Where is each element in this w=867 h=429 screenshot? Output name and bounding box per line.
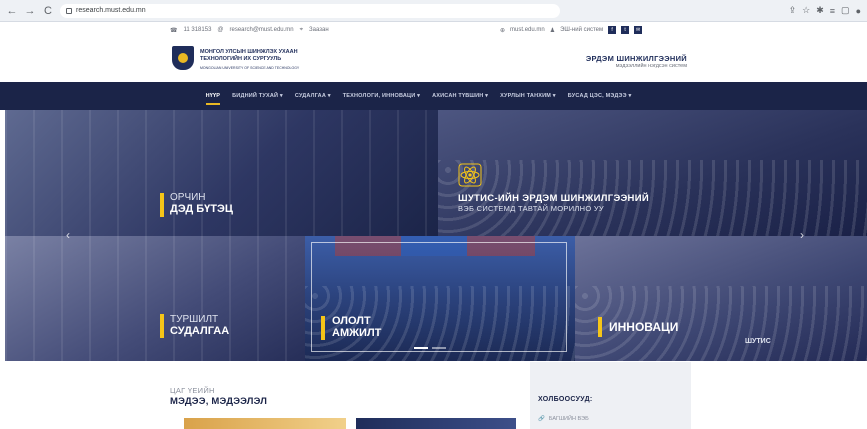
shutis-logo-text: ШУТИС bbox=[745, 338, 771, 345]
hero-tile-welcome[interactable] bbox=[438, 110, 867, 236]
hero-tile-success[interactable] bbox=[305, 236, 575, 361]
address-bar[interactable]: research.must.edu.mn bbox=[60, 3, 560, 18]
hero-tile-innovation[interactable] bbox=[575, 236, 867, 361]
back-button[interactable]: ← bbox=[6, 5, 18, 17]
university-name-en: MONGOLIAN UNIVERSITY OF SCIENCE AND TECH… bbox=[200, 66, 300, 70]
caption-accent-bar bbox=[160, 314, 164, 338]
contact-email[interactable]: research@must.edu.mn bbox=[230, 27, 294, 33]
menu-item-technology[interactable]: ТЕХНОЛОГИ, ИННОВАЦИ ▾ bbox=[343, 93, 420, 99]
menu-item-conference[interactable]: ХУРЛЫН ТАНХИМ ▾ bbox=[500, 93, 556, 99]
slider-dot[interactable] bbox=[414, 347, 428, 349]
star-icon[interactable]: ☆ bbox=[802, 5, 810, 16]
atom-icon bbox=[458, 163, 482, 187]
hero-tile-research[interactable] bbox=[5, 236, 305, 361]
reading-icon[interactable]: ≡ bbox=[830, 6, 835, 16]
email-icon: @ bbox=[217, 27, 224, 33]
news-thumbnail[interactable] bbox=[356, 418, 516, 429]
links-item[interactable]: 🔗 БАГШИЙН ВЭБ bbox=[538, 416, 589, 422]
links-item-label[interactable]: БАГШИЙН ВЭБ bbox=[549, 416, 589, 422]
caption-innovation: ИННОВАЦИ bbox=[609, 321, 678, 334]
caption-accent-bar bbox=[160, 193, 164, 217]
contact-phone[interactable]: 11 318153 bbox=[183, 27, 211, 33]
links-title: ХОЛБООСУУД: bbox=[538, 396, 593, 403]
forward-button[interactable]: → bbox=[24, 5, 36, 17]
address-bar-url: research.must.edu.mn bbox=[76, 7, 146, 14]
site-header: МОНГОЛ УЛСЫН ШИНЖЛЭХ УХААН ТЕХНОЛОГИЙН И… bbox=[0, 38, 867, 82]
news-label-small: ЦАГ ҮЕИЙН bbox=[170, 386, 215, 395]
university-logo[interactable] bbox=[172, 46, 194, 70]
menu-item-research[interactable]: СУДАЛГАА ▾ bbox=[295, 93, 331, 99]
portal-title: ЭРДЭМ ШИНЖИЛГЭЭНИЙ мэдээллийн нэгдсэн си… bbox=[586, 54, 687, 69]
menu-item-advanced[interactable]: АХИСАН ТҮВШИН ▾ bbox=[432, 93, 488, 99]
caption-infrastructure: ОРЧИН ДЭД БҮТЭЦ bbox=[170, 192, 233, 215]
portal-title-sub: мэдээллийн нэгдсэн систем bbox=[615, 63, 687, 69]
caption-infrastructure-light: ОРЧИН bbox=[170, 192, 206, 203]
slider-next-arrow[interactable]: › bbox=[800, 228, 804, 242]
caption-success: ОЛОЛТ АМЖИЛТ bbox=[332, 315, 382, 339]
news-heading: МЭДЭЭ, МЭДЭЭЛЭЛ bbox=[170, 396, 268, 407]
site-link[interactable]: must.edu.mn bbox=[510, 27, 545, 33]
welcome-subtitle: ВЭБ СИСТЕМД ТАВТАЙ МОРИЛНО УУ bbox=[458, 204, 604, 213]
caption-accent-bar bbox=[598, 317, 602, 337]
reload-button[interactable]: C bbox=[42, 5, 54, 17]
slider-dot[interactable] bbox=[432, 347, 446, 349]
user-icon: ♟ bbox=[549, 27, 556, 34]
twitter-icon[interactable]: t bbox=[621, 26, 630, 34]
phone-icon: ☎ bbox=[170, 27, 178, 34]
mail-icon[interactable]: ✉ bbox=[634, 26, 643, 34]
menu-item-other[interactable]: БУСАД ЦЭС, МЭДЭЭ ▾ bbox=[568, 93, 632, 99]
window-icon[interactable]: ▢ bbox=[841, 5, 850, 16]
caption-success-line2: АМЖИЛТ bbox=[332, 326, 382, 339]
browser-toolbar: ← → C research.must.edu.mn ⇪ ☆ ✱ ≡ ▢ ● bbox=[0, 0, 867, 22]
caption-success-line1: ОЛОЛТ bbox=[332, 315, 371, 327]
welcome-title: ШУТИС-ИЙН ЭРДЭМ ШИНЖИЛГЭЭНИЙ bbox=[458, 193, 649, 204]
caption-research: ТУРШИЛТ СУДАЛГАА bbox=[170, 314, 230, 337]
caption-research-bold: СУДАЛГАА bbox=[170, 324, 230, 337]
slider-dots bbox=[414, 347, 446, 349]
lock-icon bbox=[66, 7, 72, 14]
slider-prev-arrow[interactable]: ‹ bbox=[66, 228, 70, 242]
facebook-icon[interactable]: f bbox=[608, 26, 617, 34]
profile-icon[interactable]: ● bbox=[856, 6, 861, 16]
menu-item-home[interactable]: НҮҮР bbox=[205, 93, 221, 105]
browser-actions: ⇪ ☆ ✱ ≡ ▢ ● bbox=[789, 5, 861, 16]
extensions-icon[interactable]: ✱ bbox=[816, 5, 824, 16]
caption-innovation-text: ИННОВАЦИ bbox=[609, 320, 679, 334]
link-icon: 🔗 bbox=[538, 416, 545, 422]
map-pin-icon: ⌖ bbox=[299, 26, 304, 33]
share-icon[interactable]: ⇪ bbox=[789, 5, 797, 16]
caption-infrastructure-bold: ДЭД БҮТЭЦ bbox=[170, 202, 233, 215]
hero-slider bbox=[0, 110, 867, 361]
hero-tile-infrastructure[interactable] bbox=[5, 110, 438, 236]
university-name: МОНГОЛ УЛСЫН ШИНЖЛЭХ УХААН ТЕХНОЛОГИЙН И… bbox=[200, 49, 298, 62]
news-thumbnail[interactable] bbox=[184, 418, 346, 429]
main-menu: НҮҮР БИДНИЙ ТУХАЙ ▾ СУДАЛГАА ▾ ТЕХНОЛОГИ… bbox=[0, 82, 867, 110]
contact-address[interactable]: Заазан bbox=[309, 27, 329, 33]
portal-title-main: ЭРДЭМ ШИНЖИЛГЭЭНИЙ bbox=[585, 54, 687, 63]
menu-item-about[interactable]: БИДНИЙ ТУХАЙ ▾ bbox=[232, 93, 283, 99]
caption-accent-bar bbox=[321, 316, 325, 340]
contact-bar: ☎ 11 318153 @ research@must.edu.mn ⌖ Заа… bbox=[0, 22, 867, 38]
globe-icon: ⊕ bbox=[500, 27, 506, 34]
login-link[interactable]: ЭШ-ний систем bbox=[560, 27, 603, 33]
caption-research-light: ТУРШИЛТ bbox=[170, 314, 219, 325]
